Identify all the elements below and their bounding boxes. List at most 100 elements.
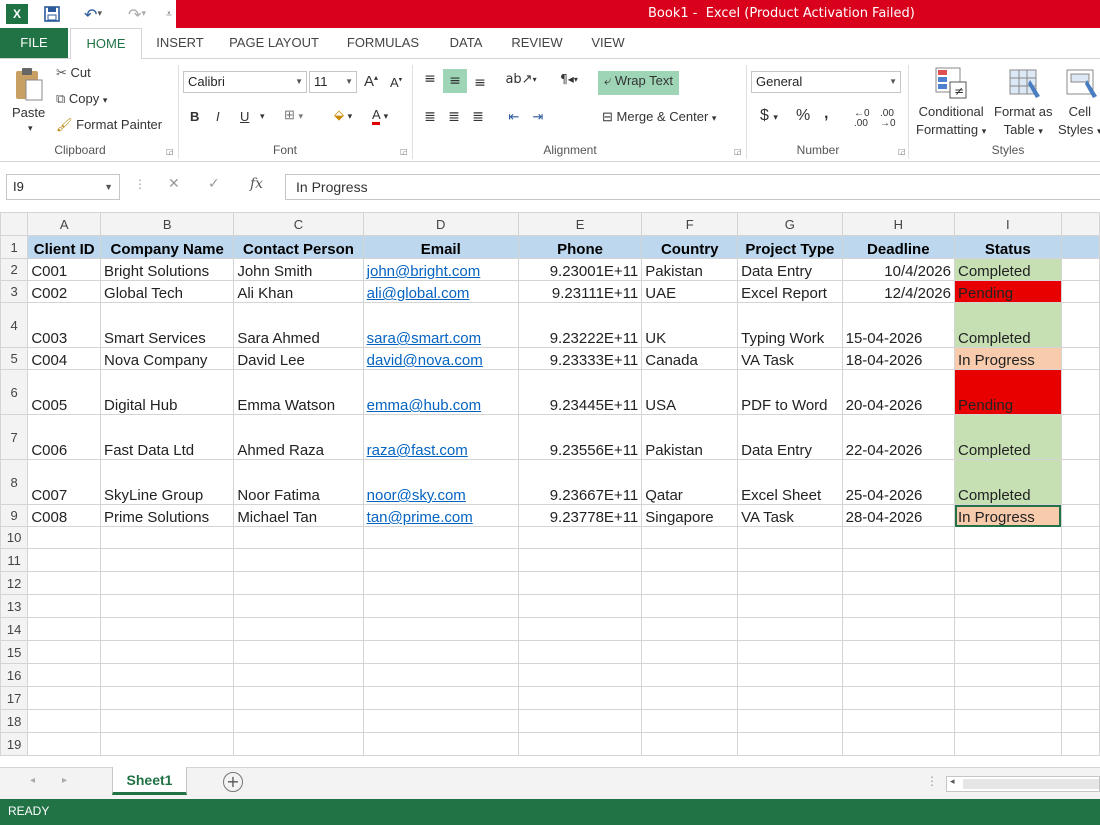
empty-cell[interactable]	[641, 640, 739, 664]
add-sheet-icon[interactable]: +	[223, 772, 243, 792]
empty-cell[interactable]	[1060, 548, 1100, 572]
cell-id[interactable]: C001	[27, 258, 102, 281]
cell-email[interactable]: john@bright.com	[362, 258, 519, 281]
cell-contact[interactable]: Michael Tan	[233, 504, 364, 527]
empty-cell[interactable]	[517, 663, 643, 687]
align-bottom-icon[interactable]: ≡	[470, 73, 490, 93]
row-header[interactable]: 10	[0, 526, 29, 549]
empty-cell[interactable]	[641, 617, 739, 641]
empty-cell[interactable]	[1060, 594, 1100, 618]
empty-cell[interactable]	[100, 526, 235, 549]
cell-phone[interactable]: 9.23445E+11	[517, 369, 643, 415]
wrap-text-button[interactable]: ⤶ Wrap Text	[598, 71, 679, 95]
save-icon[interactable]	[42, 4, 62, 24]
borders-icon[interactable]: ⊞ ▾	[284, 107, 303, 123]
empty-cell[interactable]	[27, 571, 102, 595]
empty-cell[interactable]	[1060, 709, 1100, 733]
empty-cell[interactable]	[27, 663, 102, 687]
conditional-formatting-icon[interactable]: ≠	[932, 65, 970, 101]
row-header[interactable]: 12	[0, 571, 29, 595]
tab-view[interactable]: VIEW	[586, 28, 630, 58]
cell-email[interactable]: emma@hub.com	[362, 369, 519, 415]
empty-cell[interactable]	[954, 548, 1062, 572]
empty-cell[interactable]	[841, 571, 956, 595]
column-title-cell[interactable]: Contact Person	[233, 235, 364, 259]
empty-cell[interactable]	[954, 663, 1062, 687]
scroll-tabs-right-icon[interactable]: ▸	[62, 775, 67, 786]
cell-company[interactable]: Fast Data Ltd	[100, 414, 235, 460]
empty-cell[interactable]	[737, 732, 843, 756]
column-header[interactable]: C	[233, 212, 364, 236]
cell-country[interactable]: UK	[641, 302, 739, 348]
row-header[interactable]: 14	[0, 617, 29, 641]
empty-cell[interactable]	[27, 617, 102, 641]
horizontal-scrollbar[interactable]: ◂	[946, 776, 1100, 792]
cell-company[interactable]: Smart Services	[100, 302, 235, 348]
cell-deadline[interactable]: 15-04-2026	[841, 302, 956, 348]
empty-cell[interactable]	[1060, 258, 1100, 281]
name-box[interactable]: I9 ▼	[6, 174, 120, 200]
alignment-launcher-icon[interactable]: ◲	[734, 147, 742, 156]
select-all-corner[interactable]	[0, 212, 29, 236]
row-header[interactable]: 19	[0, 732, 29, 756]
cell-company[interactable]: SkyLine Group	[100, 459, 235, 505]
empty-cell[interactable]	[954, 571, 1062, 595]
align-left-icon[interactable]: ≣	[420, 107, 440, 127]
conditional-formatting-button[interactable]: Conditional Formatting ▾	[916, 103, 986, 140]
empty-cell[interactable]	[27, 594, 102, 618]
empty-cell[interactable]	[517, 526, 643, 549]
shrink-font-icon[interactable]: A▾	[390, 75, 402, 90]
cell-contact[interactable]: Ahmed Raza	[233, 414, 364, 460]
cell-project[interactable]: Typing Work	[737, 302, 843, 348]
empty-cell[interactable]	[362, 640, 519, 664]
row-header[interactable]: 5	[0, 347, 29, 370]
tab-review[interactable]: REVIEW	[504, 28, 570, 58]
copy-button[interactable]: ⧉ Copy ▾	[56, 91, 107, 107]
row-header[interactable]: 8	[0, 459, 29, 505]
empty-cell[interactable]	[517, 732, 643, 756]
empty-cell[interactable]	[517, 640, 643, 664]
empty-cell[interactable]	[362, 732, 519, 756]
cell-phone[interactable]: 9.23667E+11	[517, 459, 643, 505]
cell-company[interactable]: Digital Hub	[100, 369, 235, 415]
cell-id[interactable]: C007	[27, 459, 102, 505]
cell-id[interactable]: C006	[27, 414, 102, 460]
cell-id[interactable]: C008	[27, 504, 102, 527]
empty-cell[interactable]	[27, 732, 102, 756]
cell-deadline[interactable]: 18-04-2026	[841, 347, 956, 370]
column-title-cell[interactable]: Email	[362, 235, 519, 259]
cell-phone[interactable]: 9.23556E+11	[517, 414, 643, 460]
scroll-tabs-left-icon[interactable]: ◂	[30, 775, 35, 786]
column-title-cell[interactable]: Client ID	[27, 235, 102, 259]
empty-cell[interactable]	[641, 709, 739, 733]
clipboard-launcher-icon[interactable]: ◲	[166, 147, 174, 156]
empty-cell[interactable]	[233, 732, 364, 756]
cell-deadline[interactable]: 25-04-2026	[841, 459, 956, 505]
empty-cell[interactable]	[362, 571, 519, 595]
tab-insert[interactable]: INSERT	[150, 28, 210, 58]
empty-cell[interactable]	[641, 571, 739, 595]
align-right-icon[interactable]: ≣	[468, 107, 488, 127]
empty-cell[interactable]	[233, 617, 364, 641]
enter-icon[interactable]: ✓	[208, 176, 220, 192]
cell-phone[interactable]: 9.23111E+11	[517, 280, 643, 303]
paste-button[interactable]: Paste	[12, 105, 45, 120]
row-header[interactable]: 17	[0, 686, 29, 710]
empty-cell[interactable]	[362, 709, 519, 733]
empty-cell[interactable]	[1060, 302, 1100, 348]
cell-email[interactable]: noor@sky.com	[362, 459, 519, 505]
column-header[interactable]: I	[954, 212, 1062, 236]
tab-data[interactable]: DATA	[442, 28, 490, 58]
cell-status[interactable]: Completed	[954, 258, 1062, 281]
row-header[interactable]: 6	[0, 369, 29, 415]
empty-cell[interactable]	[641, 526, 739, 549]
column-header[interactable]: E	[517, 212, 643, 236]
cell-contact[interactable]: Sara Ahmed	[233, 302, 364, 348]
empty-cell[interactable]	[954, 594, 1062, 618]
empty-cell[interactable]	[954, 709, 1062, 733]
column-header[interactable]: G	[737, 212, 843, 236]
cell-project[interactable]: VA Task	[737, 504, 843, 527]
empty-cell[interactable]	[641, 594, 739, 618]
tab-formulas[interactable]: FORMULAS	[340, 28, 426, 58]
empty-cell[interactable]	[1060, 414, 1100, 460]
